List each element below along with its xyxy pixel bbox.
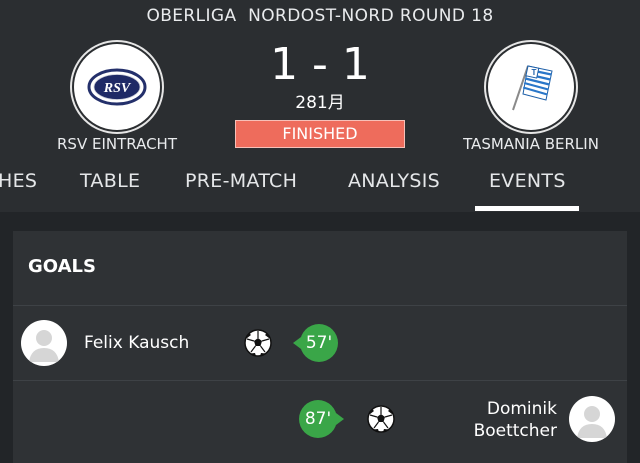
soccer-ball-icon	[244, 329, 272, 357]
match-status-badge: FINISHED	[235, 120, 405, 148]
away-team-crest[interactable]: T	[488, 44, 574, 130]
tab-table[interactable]: TABLE	[80, 170, 140, 192]
goal-minute: 57'	[305, 333, 333, 353]
tab-matches[interactable]: HES	[0, 170, 37, 192]
player-avatar[interactable]	[569, 396, 615, 442]
tasmania-flag-logo-icon: T	[512, 65, 553, 111]
goal-scorer-name[interactable]: Dominik Boettcher	[474, 398, 557, 442]
player-avatar[interactable]	[21, 320, 67, 366]
player-silhouette-icon	[29, 330, 59, 362]
soccer-ball-icon	[367, 405, 395, 433]
crest-lettering: T	[532, 68, 537, 77]
goal-minute: 87'	[304, 409, 332, 429]
competition-round-title: OBERLIGA NORDOST-NORD ROUND 18	[146, 6, 494, 26]
home-team-crest[interactable]: RSV	[74, 44, 160, 130]
tab-events[interactable]: EVENTS	[489, 170, 566, 192]
goal-scorer-first-name: Dominik	[486, 399, 557, 419]
crest-lettering: RSV	[103, 81, 132, 96]
home-team-name[interactable]: RSV EINTRACHT	[17, 135, 217, 153]
goal-scorer-last-name: Boettcher	[473, 421, 557, 441]
away-team-name[interactable]: TASMANIA BERLIN	[431, 135, 631, 153]
goal-event-row[interactable]: 87' Dominik Boettcher	[13, 381, 627, 457]
player-silhouette-icon	[577, 406, 607, 438]
goal-scorer-name[interactable]: Felix Kausch	[84, 333, 189, 353]
badge-pointer	[336, 413, 344, 425]
rsv-logo-icon: RSV	[87, 68, 147, 106]
active-tab-indicator	[475, 206, 579, 211]
match-header: OBERLIGA NORDOST-NORD ROUND 18 RSV RSV E…	[0, 0, 640, 212]
goal-minute-badge: 87'	[299, 400, 344, 438]
goals-card: GOALS Felix Kausch 57' 87' Dominik Boett…	[13, 231, 627, 463]
match-score: 1 - 1	[270, 39, 370, 90]
badge-pointer	[293, 337, 301, 349]
goals-section-title: GOALS	[28, 256, 96, 277]
goal-event-row[interactable]: Felix Kausch 57'	[13, 306, 627, 380]
tab-pre-match[interactable]: PRE-MATCH	[185, 170, 297, 192]
tab-analysis[interactable]: ANALYSIS	[348, 170, 440, 192]
goal-minute-badge: 57'	[293, 324, 338, 362]
match-date: 281月	[295, 93, 345, 113]
